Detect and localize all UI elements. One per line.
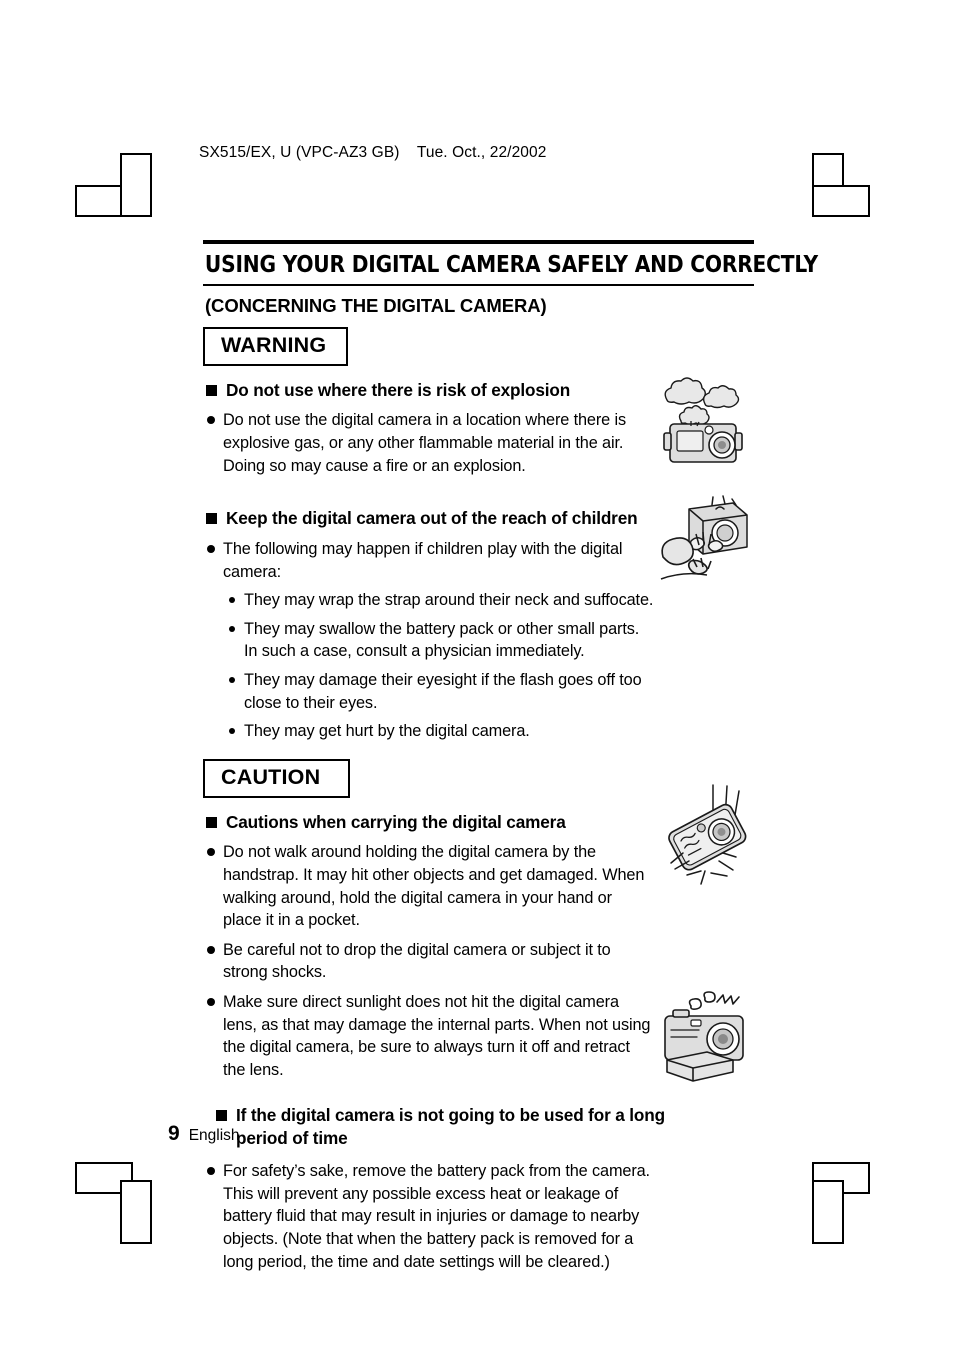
sub-list-item-text: They may get hurt by the digital camera. — [244, 722, 530, 741]
crop-mark-bar-vertical — [120, 1180, 152, 1244]
camera-battery-removed-illustration — [653, 984, 757, 1088]
square-bullet-icon — [206, 384, 217, 396]
camera-dropping-illustration — [653, 783, 757, 887]
camera-explosion-illustration — [653, 374, 757, 478]
crop-mark-bottom-left — [75, 1150, 171, 1246]
sub-list-item: They may damage their eyesight if the fl… — [225, 669, 754, 714]
round-bullet-icon — [229, 597, 235, 604]
crop-mark-bar-horizontal — [812, 185, 870, 217]
page-title: USING YOUR DIGITAL CAMERA SAFELY AND COR… — [204, 250, 818, 278]
child-reaching-camera-illustration — [653, 487, 757, 591]
list-item-text: For safety’s sake, remove the battery pa… — [223, 1162, 650, 1271]
sub-list-item: They may swallow the battery pack or oth… — [225, 618, 754, 663]
crop-mark-bar-vertical — [120, 153, 152, 217]
round-bullet-icon — [207, 1167, 215, 1176]
square-bullet-icon — [206, 513, 217, 525]
round-bullet-icon — [207, 945, 215, 954]
list-item-text: Make sure direct sunlight does not hit t… — [223, 993, 651, 1080]
list-item-text: The following may happen if children pla… — [223, 539, 623, 581]
list-item: For safety’s sake, remove the battery pa… — [203, 1160, 754, 1273]
list-item-text: Do not use the digital camera in a locat… — [223, 411, 627, 475]
sub-list-item: They may wrap the strap around their nec… — [225, 589, 754, 612]
sub-list-item-text: They may damage their eyesight if the fl… — [244, 671, 642, 712]
round-bullet-icon — [207, 848, 215, 857]
page-subtitle: (CONCERNING THE DIGITAL CAMERA) — [205, 295, 547, 317]
section-heading-long-period: If the digital camera is not going to be… — [203, 1104, 754, 1151]
crop-mark-top-left — [75, 140, 171, 236]
list-item-text: Do not walk around holding the digital c… — [223, 843, 645, 930]
section-heading-label: Cautions when carrying the digital camer… — [226, 811, 566, 832]
round-bullet-icon — [229, 728, 235, 735]
sub-list-item: They may get hurt by the digital camera. — [225, 720, 754, 743]
round-bullet-icon — [229, 677, 235, 684]
page-number: 9 — [168, 1122, 180, 1145]
crop-mark-top-right — [800, 140, 896, 236]
round-bullet-icon — [207, 416, 215, 425]
round-bullet-icon — [207, 544, 215, 553]
sub-list-item-text: They may swallow the battery pack or oth… — [244, 619, 640, 661]
section-heading-label: Keep the digital camera out of the reach… — [226, 508, 638, 529]
square-bullet-icon — [216, 1109, 227, 1121]
section-heading-label: If the digital camera is not going to be… — [236, 1104, 665, 1149]
round-bullet-icon — [207, 998, 215, 1007]
section-heading-label: Do not use where there is risk of explos… — [226, 379, 571, 400]
page-language-label: English — [188, 1127, 240, 1144]
page-footer: 9 English — [168, 1122, 240, 1146]
list-item-text: Be careful not to drop the digital camer… — [223, 940, 611, 982]
square-bullet-icon — [206, 816, 217, 828]
warning-badge: WARNING — [203, 327, 349, 366]
sub-list-item-text: They may wrap the strap around their nec… — [244, 591, 654, 610]
sub-list: They may wrap the strap around their nec… — [225, 589, 754, 743]
running-header: SX515/EX, U (VPC-AZ3 GB) Tue. Oct., 22/2… — [199, 144, 547, 161]
crop-mark-bottom-right — [800, 1150, 896, 1246]
crop-mark-bar-vertical — [812, 1180, 844, 1244]
round-bullet-icon — [229, 625, 235, 632]
caution-badge: CAUTION — [203, 759, 351, 798]
list-item: Be careful not to drop the digital camer… — [203, 939, 754, 984]
